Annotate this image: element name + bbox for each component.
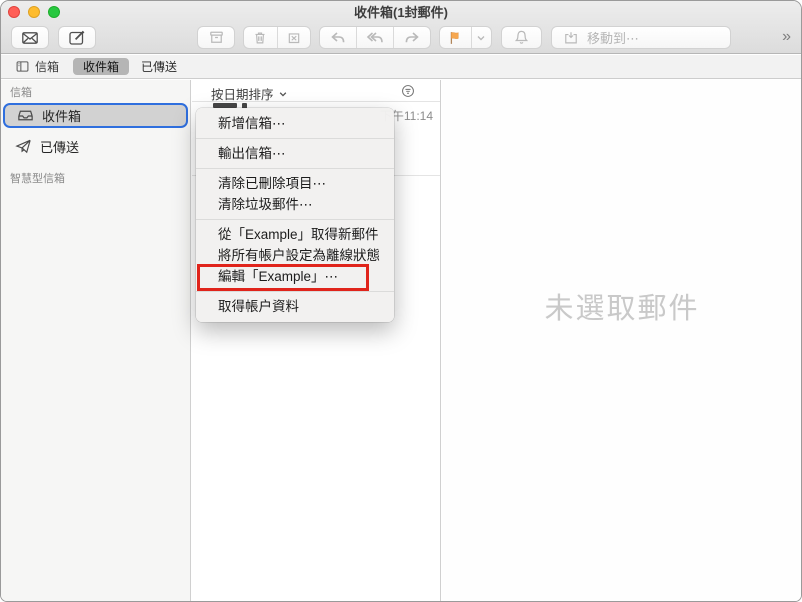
envelope-icon	[20, 28, 40, 48]
menu-item-get-new-mail[interactable]: 從「Example」取得新郵件	[196, 224, 394, 245]
sort-by-date-label: 按日期排序	[211, 84, 274, 103]
inbox-icon	[16, 106, 35, 125]
tab-sent-label: 已傳送	[141, 60, 177, 74]
archive-button[interactable]	[197, 26, 235, 49]
reply-button[interactable]	[320, 27, 356, 48]
toolbar-overflow-button[interactable]: »	[782, 27, 791, 47]
mute-button[interactable]	[501, 26, 542, 49]
menu-divider	[196, 219, 394, 220]
sort-chevron-icon	[278, 89, 288, 99]
message-preview-pane: 未選取郵件	[442, 80, 802, 602]
menu-item-erase-junk-mail[interactable]: 清除垃圾郵件⋯	[196, 194, 394, 215]
paper-plane-icon	[14, 137, 33, 156]
menu-divider	[196, 168, 394, 169]
filter-button[interactable]	[400, 83, 416, 99]
message-list-header: 按日期排序	[192, 80, 440, 102]
trash-junk-group	[243, 26, 311, 49]
menu-item-get-account-info[interactable]: 取得帳户資料	[196, 296, 394, 317]
filter-icon	[400, 83, 416, 99]
no-message-selected-text: 未選取郵件	[442, 285, 802, 327]
compose-button[interactable]	[58, 26, 96, 49]
sidebar-item-inbox[interactable]: 收件箱	[3, 103, 188, 128]
sort-by-date-control[interactable]: 按日期排序	[211, 84, 288, 103]
window-title: 收件箱(1封郵件)	[1, 4, 801, 21]
tab-sent[interactable]: 已傳送	[141, 58, 177, 75]
tab-mailboxes-label: 信箱	[35, 58, 59, 75]
sidebar-section-mailboxes: 信箱	[10, 84, 32, 100]
move-to-label: 移動到⋯	[587, 28, 639, 47]
tab-inbox[interactable]: 收件箱	[73, 58, 129, 75]
forward-icon	[402, 28, 422, 48]
trash-button[interactable]	[244, 27, 277, 48]
get-mail-button[interactable]	[11, 26, 49, 49]
sidebar-item-inbox-label: 收件箱	[42, 106, 81, 125]
flag-button[interactable]	[440, 27, 471, 48]
menu-item-erase-deleted-items[interactable]: 清除已刪除項目⋯	[196, 173, 394, 194]
flag-icon	[446, 29, 464, 47]
sidebar-item-sent-label: 已傳送	[40, 137, 79, 156]
compose-icon	[67, 28, 87, 48]
favorites-bar: 信箱 收件箱 已傳送	[1, 55, 801, 79]
tab-inbox-label: 收件箱	[83, 58, 119, 75]
main-content: 信箱 收件箱 已傳送	[1, 80, 801, 602]
reply-group	[319, 26, 431, 49]
reply-all-icon	[365, 28, 385, 48]
sidebar-toggle-icon	[15, 59, 30, 74]
menu-divider	[196, 291, 394, 292]
menu-item-edit-account[interactable]: 編輯「Example」⋯	[196, 266, 394, 287]
mail-window: 收件箱(1封郵件)	[0, 0, 802, 602]
menu-item-take-accounts-offline[interactable]: 將所有帳户設定為離線狀態	[196, 245, 394, 266]
forward-button[interactable]	[393, 27, 430, 48]
mailbox-sidebar: 信箱 收件箱 已傳送	[1, 80, 191, 602]
menu-divider	[196, 138, 394, 139]
sidebar-item-sent[interactable]: 已傳送	[3, 134, 188, 159]
bell-icon	[512, 28, 531, 47]
sidebar-section-smart-mailboxes: 智慧型信箱	[10, 170, 65, 186]
menu-item-export-mailbox[interactable]: 輸出信箱⋯	[196, 143, 394, 164]
menu-item-new-mailbox[interactable]: 新增信箱⋯	[196, 113, 394, 134]
reply-icon	[328, 28, 348, 48]
reply-all-button[interactable]	[356, 27, 393, 48]
move-to-icon	[562, 29, 580, 47]
archive-icon	[207, 28, 226, 47]
window-chrome: 收件箱(1封郵件)	[1, 1, 801, 54]
tab-mailboxes[interactable]: 信箱	[15, 58, 59, 75]
move-to-button[interactable]: 移動到⋯	[551, 26, 731, 49]
flag-dropdown-button[interactable]	[471, 27, 491, 48]
junk-icon	[285, 29, 303, 47]
trash-icon	[251, 29, 269, 47]
flag-group	[439, 26, 492, 49]
junk-button[interactable]	[277, 27, 311, 48]
chevron-down-icon	[475, 32, 487, 44]
mailbox-context-menu: 新增信箱⋯ 輸出信箱⋯ 清除已刪除項目⋯ 清除垃圾郵件⋯ 從「Example」取…	[196, 108, 394, 322]
